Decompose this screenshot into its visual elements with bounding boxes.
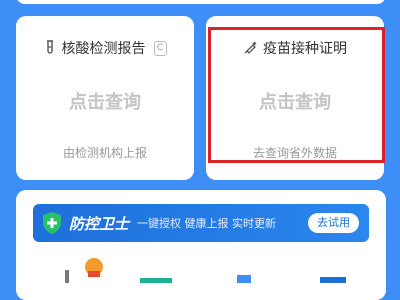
- nucleic-test-badge: C: [153, 40, 167, 56]
- top-card-edge: [16, 0, 386, 4]
- test-tube-icon: [46, 40, 53, 54]
- service-badge-icon[interactable]: [84, 257, 104, 277]
- highlight-frame: [208, 27, 385, 163]
- nucleic-test-query-button[interactable]: 点击查询: [16, 88, 194, 114]
- fangkong-banner[interactable]: 防控卫士 一键授权 健康上报 实时更新 去试用: [33, 204, 369, 242]
- service-icon-4[interactable]: [233, 262, 253, 283]
- shield-icon: [43, 212, 61, 234]
- try-button[interactable]: 去试用: [308, 213, 359, 233]
- services-card: 防控卫士 一键授权 健康上报 实时更新 去试用: [16, 190, 386, 300]
- banner-brand: 防控卫士: [69, 214, 130, 233]
- nucleic-test-title: 核酸检测报告: [61, 41, 146, 57]
- banner-slogan: 一键授权 健康上报 实时更新: [137, 217, 277, 230]
- service-icon-3[interactable]: [140, 262, 172, 283]
- nucleic-test-footer: 由检测机构上报: [62, 146, 147, 160]
- service-icon-5[interactable]: [320, 262, 346, 283]
- nucleic-test-card[interactable]: 核酸检测报告 C 点击查询 由检测机构上报: [16, 16, 194, 180]
- service-icon-1[interactable]: [62, 262, 72, 283]
- nucleic-test-title-row: 核酸检测报告 C: [16, 38, 194, 58]
